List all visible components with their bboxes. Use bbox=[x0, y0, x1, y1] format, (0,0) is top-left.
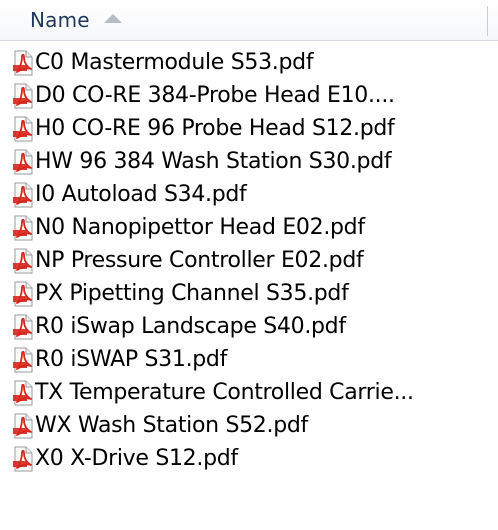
file-row[interactable]: C0 Mastermodule S53.pdf bbox=[0, 46, 498, 79]
file-name: HW 96 384 Wash Station S30.pdf bbox=[35, 149, 392, 174]
file-name: D0 CO-RE 384-Probe Head E10.... bbox=[35, 83, 395, 108]
pdf-icon bbox=[13, 248, 33, 273]
pdf-icon bbox=[13, 314, 33, 339]
file-name: R0 iSwap Landscape S40.pdf bbox=[35, 314, 346, 339]
name-column-header[interactable]: Name bbox=[0, 0, 487, 40]
file-row[interactable]: N0 Nanopipettor Head E02.pdf bbox=[0, 211, 498, 244]
pdf-icon bbox=[13, 215, 33, 240]
pdf-icon bbox=[13, 347, 33, 372]
pdf-icon bbox=[13, 446, 33, 471]
file-name: WX Wash Station S52.pdf bbox=[35, 413, 308, 438]
file-row[interactable]: TX Temperature Controlled Carrie... bbox=[0, 376, 498, 409]
file-name: N0 Nanopipettor Head E02.pdf bbox=[35, 215, 365, 240]
file-name: TX Temperature Controlled Carrie... bbox=[35, 380, 414, 405]
pdf-icon bbox=[13, 413, 33, 438]
file-name: H0 CO-RE 96 Probe Head S12.pdf bbox=[35, 116, 395, 141]
file-list-pane: Name C0 Mastermodule S53.pdf D0 CO-RE 38… bbox=[0, 0, 498, 530]
name-column-label: Name bbox=[30, 8, 90, 32]
file-row[interactable]: R0 iSwap Landscape S40.pdf bbox=[0, 310, 498, 343]
column-header-bar: Name bbox=[0, 0, 498, 41]
file-row[interactable]: R0 iSWAP S31.pdf bbox=[0, 343, 498, 376]
column-divider[interactable] bbox=[487, 6, 488, 36]
file-name: NP Pressure Controller E02.pdf bbox=[35, 248, 364, 273]
file-row[interactable]: I0 Autoload S34.pdf bbox=[0, 178, 498, 211]
file-name: R0 iSWAP S31.pdf bbox=[35, 347, 228, 372]
file-name: X0 X-Drive S12.pdf bbox=[35, 446, 238, 471]
pdf-icon bbox=[13, 83, 33, 108]
pdf-icon bbox=[13, 380, 33, 405]
pdf-icon bbox=[13, 281, 33, 306]
file-row[interactable]: PX Pipetting Channel S35.pdf bbox=[0, 277, 498, 310]
file-list: C0 Mastermodule S53.pdf D0 CO-RE 384-Pro… bbox=[0, 46, 498, 475]
pdf-icon bbox=[13, 116, 33, 141]
file-row[interactable]: H0 CO-RE 96 Probe Head S12.pdf bbox=[0, 112, 498, 145]
file-row[interactable]: D0 CO-RE 384-Probe Head E10.... bbox=[0, 79, 498, 112]
pdf-icon bbox=[13, 50, 33, 75]
pdf-icon bbox=[13, 149, 33, 174]
file-row[interactable]: X0 X-Drive S12.pdf bbox=[0, 442, 498, 475]
file-row[interactable]: WX Wash Station S52.pdf bbox=[0, 409, 498, 442]
file-row[interactable]: HW 96 384 Wash Station S30.pdf bbox=[0, 145, 498, 178]
sort-ascending-icon bbox=[103, 13, 122, 23]
file-name: C0 Mastermodule S53.pdf bbox=[35, 50, 314, 75]
pdf-icon bbox=[13, 182, 33, 207]
file-name: I0 Autoload S34.pdf bbox=[35, 182, 247, 207]
file-name: PX Pipetting Channel S35.pdf bbox=[35, 281, 349, 306]
file-row[interactable]: NP Pressure Controller E02.pdf bbox=[0, 244, 498, 277]
